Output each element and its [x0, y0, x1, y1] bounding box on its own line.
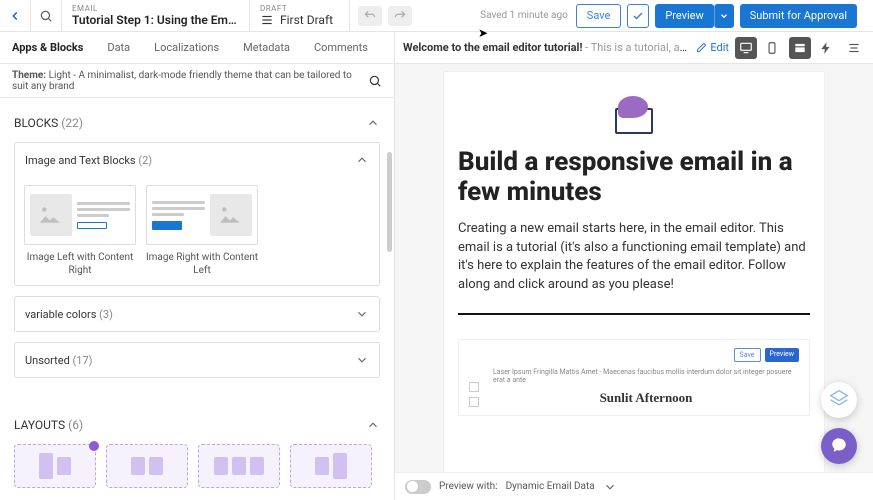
tab-comments[interactable]: Comments [302, 32, 380, 63]
email-body: Build a responsive email in a few minute… [444, 72, 824, 492]
email-paragraph: Creating a new email starts here, in the… [458, 220, 810, 295]
nested-sidebar [469, 368, 483, 407]
nested-header-text: Laser Ipsum Fringilla Mattis Amet - Maec… [493, 368, 799, 384]
email-canvas[interactable]: Build a responsive email in a few minute… [395, 64, 873, 500]
scrollbar[interactable] [387, 152, 392, 252]
acc-variable-colors: variable colors (3) [14, 296, 380, 332]
acc-unsorted: Unsorted (17) [14, 342, 380, 378]
layout-card[interactable] [290, 444, 372, 488]
nested-save-button: Save [734, 348, 761, 362]
redo-button[interactable] [388, 6, 412, 26]
preview-footer: Preview with: Dynamic Email Data [395, 472, 873, 500]
preview-bar: Welcome to the email editor tutorial! - … [395, 32, 873, 64]
doc-title: Tutorial Step 1: Using the Email B... [72, 13, 239, 27]
doc-type-label: EMAIL [72, 4, 98, 13]
block-card-image-left[interactable]: Image Left with Content Right [23, 185, 137, 277]
preview-button[interactable]: Preview [655, 4, 713, 28]
email-heading: Build a responsive email in a few minute… [458, 148, 810, 208]
left-panel: Apps & Blocks Data Localizations Metadat… [0, 32, 395, 500]
card-label: Image Left with Content Right [23, 251, 137, 277]
right-panel: Welcome to the email editor tutorial! - … [395, 32, 873, 500]
left-tabs: Apps & Blocks Data Localizations Metadat… [0, 32, 394, 64]
chevron-down-icon [355, 353, 369, 367]
device-mobile-button[interactable] [761, 37, 783, 59]
chat-bubble-icon [618, 96, 648, 118]
preview-dropdown-button[interactable] [714, 4, 734, 28]
submit-approval-button[interactable]: Submit for Approval [740, 4, 857, 28]
logo [458, 96, 810, 134]
search-icon [39, 9, 53, 23]
draft-label: DRAFT [260, 4, 287, 13]
document-title-section[interactable]: EMAIL Tutorial Step 1: Using the Email B… [62, 0, 250, 31]
chevron-up-icon [355, 153, 369, 167]
thumb-image-right [146, 185, 258, 245]
acc-head-variable-colors[interactable]: variable colors (3) [15, 297, 379, 331]
card-label: Image Right with Content Left [145, 251, 259, 277]
draft-status-section[interactable]: DRAFT First Draft [250, 0, 350, 31]
device-desktop-button[interactable] [735, 37, 757, 59]
saved-status: Saved 1 minute ago [480, 10, 568, 21]
chevron-left-icon [8, 9, 22, 23]
acc-head-image-text[interactable]: Image and Text Blocks (2) [15, 143, 379, 177]
bolt-button[interactable] [815, 37, 837, 59]
view-mode-button[interactable] [789, 37, 811, 59]
chevron-down-icon [603, 480, 617, 494]
nested-preview-button: Preview [765, 348, 799, 362]
nested-title: Sunlit Afternoon [493, 390, 799, 406]
acc-head-unsorted[interactable]: Unsorted (17) [15, 343, 379, 377]
preview-with-label: Preview with: [439, 481, 498, 492]
block-card-image-right[interactable]: Image Right with Content Left [145, 185, 259, 277]
layout-card[interactable] [106, 444, 188, 488]
preview-welcome-text: Welcome to the email editor tutorial! - … [403, 41, 690, 54]
theme-row[interactable]: Theme: Light - A minimalist, dark-mode f… [0, 64, 394, 98]
chevron-up-icon [366, 418, 380, 432]
redo-icon [393, 9, 407, 23]
help-chat-button[interactable] [821, 428, 857, 464]
chevron-down-icon [355, 307, 369, 321]
back-button[interactable] [0, 0, 31, 31]
tab-metadata[interactable]: Metadata [231, 32, 302, 63]
undo-button[interactable] [358, 6, 382, 26]
tab-localizations[interactable]: Localizations [142, 32, 231, 63]
preview-data-value[interactable]: Dynamic Email Data [506, 481, 595, 492]
image-placeholder-icon [30, 194, 72, 236]
top-bar: EMAIL Tutorial Step 1: Using the Email B… [0, 0, 873, 32]
divider [458, 313, 810, 315]
thumb-image-left [24, 185, 136, 245]
theme-search-icon[interactable] [368, 74, 382, 88]
image-placeholder-icon [210, 194, 252, 236]
blocks-panel: BLOCKS (22) Image and Text Blocks (2) [0, 98, 394, 500]
list-icon [260, 13, 274, 27]
main-content: Apps & Blocks Data Localizations Metadat… [0, 32, 873, 500]
badge-icon [89, 441, 99, 451]
tab-data[interactable]: Data [95, 32, 142, 63]
edit-link[interactable]: Edit [696, 41, 729, 54]
draft-value: First Draft [280, 13, 333, 27]
nested-preview: Save Preview Laser Ipsum Fringilla Matti… [458, 339, 810, 416]
layout-card[interactable] [198, 444, 280, 488]
tab-apps-blocks[interactable]: Apps & Blocks [0, 32, 95, 63]
save-confirm-button[interactable] [627, 4, 649, 28]
theme-text: Theme: Light - A minimalist, dark-mode f… [12, 70, 368, 92]
layouts-grid [14, 444, 380, 488]
align-button[interactable] [843, 37, 865, 59]
save-button[interactable]: Save [576, 4, 622, 28]
topbar-right: Saved 1 minute ago Save Preview Submit f… [420, 0, 873, 31]
blocks-section-header[interactable]: BLOCKS (22) [14, 116, 380, 130]
chevron-up-icon [366, 116, 380, 130]
acc-image-text-blocks: Image and Text Blocks (2) Image Left wit… [14, 142, 380, 286]
chat-icon [830, 436, 848, 457]
layout-card[interactable] [14, 444, 96, 488]
layers-icon [829, 389, 849, 412]
preview-toggle[interactable] [405, 480, 431, 494]
undo-icon [363, 9, 377, 23]
layers-float-button[interactable] [821, 382, 857, 418]
search-button[interactable] [31, 0, 62, 31]
layouts-section-header[interactable]: LAYOUTS (6) [14, 418, 380, 432]
